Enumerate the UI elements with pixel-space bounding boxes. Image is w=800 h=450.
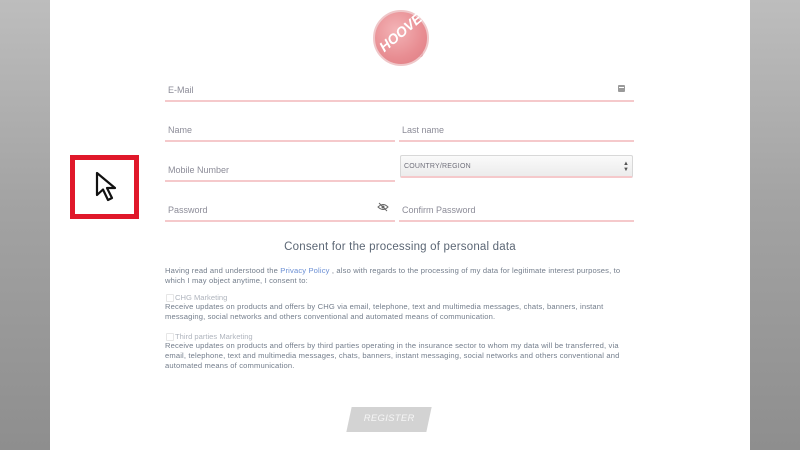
register-button[interactable]: REGISTER [346, 407, 432, 432]
name-field[interactable]: Name [165, 118, 395, 142]
name-label: Name [168, 125, 193, 135]
calculator-icon[interactable] [618, 85, 625, 92]
chg-marketing-text: Receive updates on products and offers b… [165, 302, 604, 321]
consent-title: Consent for the processing of personal d… [284, 241, 516, 253]
email-field[interactable]: E-Mail [165, 78, 634, 102]
third-parties-marketing-checkbox[interactable] [166, 333, 174, 341]
chg-marketing-checkbox[interactable] [166, 294, 174, 302]
third-parties-marketing-label: Third parties Marketing [175, 332, 253, 341]
mobile-number-field[interactable]: Mobile Number [165, 158, 395, 182]
email-label: E-Mail [168, 85, 194, 95]
lastname-field[interactable]: Last name [399, 118, 634, 142]
mobile-label: Mobile Number [168, 165, 230, 175]
cursor-highlight-box [70, 155, 139, 219]
confirm-password-label: Confirm Password [402, 205, 476, 215]
registered-mark: ® [418, 52, 424, 59]
lastname-label: Last name [402, 125, 445, 135]
registration-page [50, 0, 750, 450]
chg-marketing-label: CHG Marketing [175, 293, 228, 302]
eye-slash-icon[interactable] [377, 202, 389, 212]
third-parties-marketing-text: Receive updates on products and offers b… [165, 341, 620, 370]
privacy-policy-link[interactable]: Privacy Policy [280, 266, 329, 275]
consent-intro-before: Having read and understood the [165, 266, 281, 275]
mouse-pointer-icon [95, 171, 117, 202]
confirm-password-field[interactable]: Confirm Password [399, 198, 634, 222]
consent-intro: Having read and understood the Privacy P… [165, 266, 640, 286]
country-select-value: COUNTRY/REGION [404, 163, 471, 170]
password-label: Password [168, 205, 208, 215]
select-arrows-icon: ▲ ▼ [623, 161, 629, 173]
register-button-label: REGISTER [363, 413, 415, 424]
country-region-select[interactable]: COUNTRY/REGION ▲ ▼ [400, 155, 633, 178]
logo-text: HOOVER [375, 3, 433, 55]
password-field[interactable]: Password [165, 198, 395, 222]
